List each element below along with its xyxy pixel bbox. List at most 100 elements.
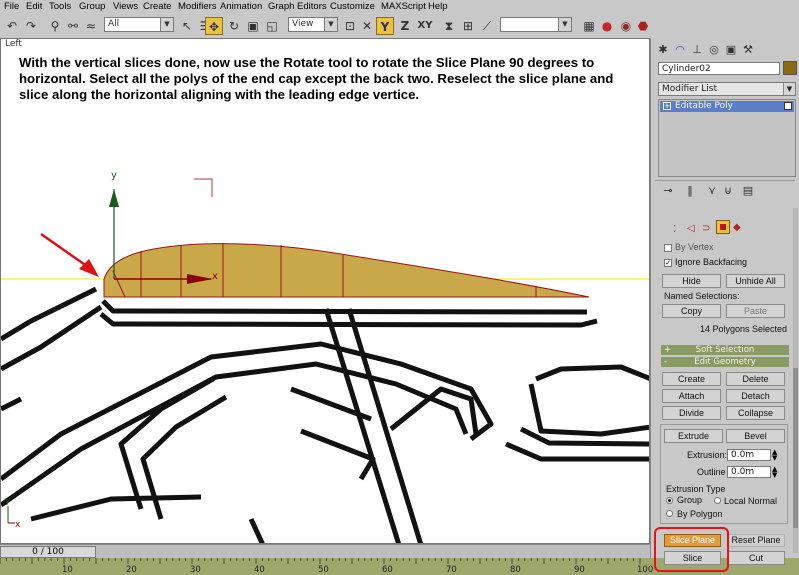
menu-edit[interactable]: Edit — [26, 1, 42, 12]
tripod-x-label: x — [15, 520, 21, 530]
render-icon[interactable]: ◉ — [617, 17, 635, 35]
soft-selection-rollout[interactable]: + Soft Selection — [661, 345, 789, 355]
by-polygon-radio[interactable] — [666, 510, 673, 517]
menu-create[interactable]: Create — [143, 1, 172, 12]
select-scale-icon[interactable]: ▣ — [244, 17, 262, 35]
pivot-center-icon[interactable]: ⊡ — [341, 17, 359, 35]
modifier-list-dropdown[interactable]: Modifier List ▼ — [658, 82, 796, 96]
chevron-down-icon: ▼ — [783, 83, 795, 95]
group-radio[interactable] — [666, 497, 673, 504]
menu-graph-editors[interactable]: Graph Editors — [268, 1, 327, 12]
outline-field[interactable]: 0.0m — [727, 466, 771, 478]
menu-help[interactable]: Help — [428, 1, 448, 12]
select-object-icon[interactable]: ↖ — [178, 17, 196, 35]
tick-label: 40 — [254, 565, 265, 575]
vertex-level-icon[interactable]: ⁚ — [673, 224, 676, 235]
delete-button[interactable]: Delete — [726, 372, 785, 386]
menu-views[interactable]: Views — [113, 1, 138, 12]
reference-coord-dropdown[interactable]: View ▼ — [288, 17, 338, 32]
gizmo-x-label: x — [212, 271, 218, 282]
attach-button[interactable]: Attach — [662, 389, 721, 403]
select-rotate-icon[interactable]: ↻ — [225, 17, 243, 35]
stack-visibility-icon[interactable] — [784, 102, 792, 110]
panel-scrollbar-thumb[interactable] — [793, 368, 798, 528]
restrict-z-label: Z — [400, 19, 410, 33]
menu-maxscript[interactable]: MAXScript — [381, 1, 426, 12]
reset-plane-button[interactable]: Reset Plane — [727, 534, 785, 547]
time-slider[interactable]: 0 / 100 — [0, 544, 650, 559]
panel-scrollbar[interactable] — [793, 208, 798, 553]
redo-icon[interactable]: ↷ — [22, 17, 40, 35]
select-move-icon[interactable]: ✥ — [205, 17, 223, 35]
object-color-swatch[interactable] — [783, 61, 797, 75]
extrude-button[interactable]: Extrude — [664, 429, 723, 443]
create-button[interactable]: Create — [662, 372, 721, 386]
link-icon[interactable]: ⚲ — [46, 17, 64, 35]
viewport-left[interactable]: y x y x Left With the vertical slices do… — [0, 38, 650, 544]
align-icon[interactable]: ⊞ — [459, 17, 477, 35]
layer-manager-icon[interactable]: ⟋ — [478, 17, 496, 35]
detach-button[interactable]: Detach — [726, 389, 785, 403]
tick-label: 50 — [318, 565, 329, 575]
menu-customize[interactable]: Customize — [330, 1, 375, 12]
create-tab-icon[interactable]: ✱ — [656, 43, 670, 57]
restrict-z-button[interactable]: Z — [396, 17, 414, 35]
edge-level-icon[interactable]: ◁ — [687, 223, 695, 234]
stack-item-editable-poly[interactable]: + Editable Poly — [660, 101, 794, 112]
expand-icon[interactable]: + — [663, 102, 671, 110]
ignore-backfacing-checkbox[interactable]: ✓ — [664, 259, 672, 267]
chevron-down-icon: ▼ — [558, 18, 571, 31]
material-editor-icon[interactable]: ● — [598, 17, 616, 35]
menu-tools[interactable]: Tools — [49, 1, 71, 12]
mirror-icon[interactable]: ⧗ — [440, 17, 458, 35]
blueprint-line — [300, 428, 376, 481]
scale-options-icon[interactable]: ◱ — [263, 17, 281, 35]
polygon-level-button[interactable] — [716, 220, 730, 234]
cut-button[interactable]: Cut — [727, 551, 785, 565]
local-normal-radio[interactable] — [714, 497, 721, 504]
bevel-button[interactable]: Bevel — [726, 429, 785, 443]
menu-modifiers[interactable]: Modifiers — [178, 1, 217, 12]
hierarchy-tab-icon[interactable]: ⊥ — [690, 43, 704, 57]
extrusion-field[interactable]: 0.0m — [727, 449, 771, 461]
quick-render-icon[interactable]: ⬣ — [634, 17, 652, 35]
modifier-list-label: Modifier List — [662, 84, 717, 94]
menu-group[interactable]: Group — [79, 1, 105, 12]
unlink-icon[interactable]: ⚯ — [64, 17, 82, 35]
utilities-tab-icon[interactable]: ⚒ — [741, 43, 755, 57]
restrict-y-button[interactable]: Y — [376, 17, 394, 35]
divide-button[interactable]: Divide — [662, 406, 721, 420]
make-unique-icon[interactable]: ⋎ — [705, 184, 719, 198]
modify-tab-icon[interactable]: ◠ — [673, 43, 687, 57]
by-vertex-checkbox[interactable] — [664, 244, 672, 252]
restrict-x-icon[interactable]: ✕ — [358, 17, 376, 35]
menu-animation[interactable]: Animation — [220, 1, 262, 12]
border-level-icon[interactable]: ⊃ — [702, 223, 710, 234]
viewport-label[interactable]: Left — [5, 39, 22, 49]
pin-stack-icon[interactable]: ⊸ — [661, 184, 675, 198]
configure-sets-icon[interactable]: ▤ — [741, 184, 755, 198]
copy-button[interactable]: Copy — [662, 304, 721, 318]
time-slider-thumb[interactable]: 0 / 100 — [0, 546, 96, 558]
selection-filter-dropdown[interactable]: All ▼ — [104, 17, 174, 32]
paste-button[interactable]: Paste — [726, 304, 785, 318]
motion-tab-icon[interactable]: ◎ — [707, 43, 721, 57]
bind-space-warp-icon[interactable]: ≈ — [82, 17, 100, 35]
undo-icon[interactable]: ↶ — [3, 17, 21, 35]
element-level-icon[interactable]: ◆ — [733, 222, 741, 233]
extrusion-type-label: Extrusion Type — [666, 484, 726, 494]
menu-file[interactable]: File — [4, 1, 19, 12]
display-tab-icon[interactable]: ▣ — [724, 43, 738, 57]
show-end-result-icon[interactable]: ‖ — [683, 184, 697, 198]
hide-button[interactable]: Hide — [662, 274, 721, 288]
object-name-field[interactable]: Cylinder02 — [658, 62, 780, 75]
named-selection-sets-dropdown[interactable]: ▼ — [500, 17, 572, 32]
collapse-button[interactable]: Collapse — [726, 406, 785, 420]
edit-geometry-rollout[interactable]: - Edit Geometry — [661, 357, 789, 367]
remove-modifier-icon[interactable]: ⊍ — [721, 184, 735, 198]
extrusion-spinner[interactable]: ▲ ▼ — [772, 449, 777, 462]
outline-spinner[interactable]: ▲ ▼ — [772, 466, 777, 479]
restrict-xy-button[interactable]: XY — [416, 17, 434, 35]
unhide-all-button[interactable]: Unhide All — [726, 274, 785, 288]
curve-editor-icon[interactable]: ▦ — [580, 17, 598, 35]
